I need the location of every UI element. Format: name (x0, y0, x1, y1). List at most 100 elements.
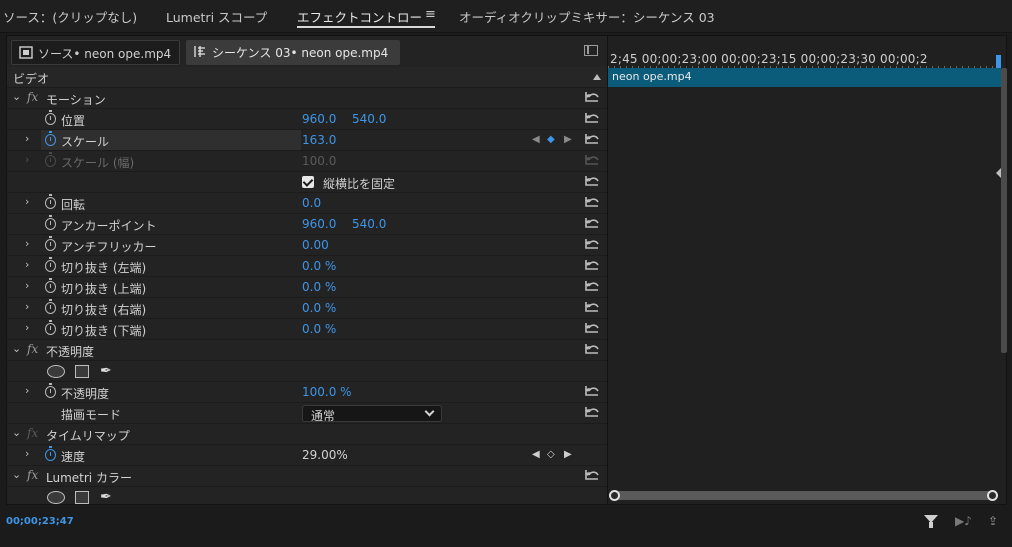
panel-menu-icon[interactable]: ≡ (425, 7, 436, 22)
tab-effect-controls[interactable]: エフェクトコントロー (297, 7, 422, 26)
chevron-right-icon[interactable]: › (25, 301, 35, 313)
crop-right-value[interactable]: 0.0 % (302, 301, 336, 315)
rectangle-mask-icon[interactable] (75, 491, 89, 504)
fx-icon[interactable]: fx (27, 342, 38, 356)
stopwatch-icon[interactable] (45, 278, 56, 293)
filter-icon[interactable] (924, 515, 938, 528)
reset-icon[interactable] (584, 259, 600, 273)
chevron-right-icon: › (25, 153, 30, 166)
playhead[interactable] (996, 55, 1001, 69)
reset-icon[interactable] (584, 301, 600, 315)
uniform-scale-checkbox[interactable] (302, 176, 314, 188)
pen-mask-icon[interactable]: ✒ (100, 363, 112, 379)
chevron-right-icon[interactable]: › (25, 259, 35, 271)
stopwatch-icon[interactable] (45, 110, 56, 125)
anti-flicker-value[interactable]: 0.00 (302, 238, 329, 252)
chevron-right-icon[interactable]: › (25, 196, 35, 208)
pen-mask-icon[interactable]: ✒ (100, 489, 112, 504)
chevron-right-icon[interactable]: › (25, 280, 35, 292)
stopwatch-icon[interactable] (45, 383, 56, 398)
zoom-handle-right[interactable] (987, 490, 998, 501)
effect-list: ビデオ ⌄ fx モーション 位置 960.0 540.0 › スケール 163… (7, 67, 607, 504)
position-y-value[interactable]: 540.0 (352, 112, 386, 126)
rotation-value[interactable]: 0.0 (302, 196, 321, 210)
stopwatch-icon[interactable] (45, 236, 56, 251)
reset-icon[interactable] (584, 280, 600, 294)
reset-icon[interactable] (584, 91, 600, 105)
chevron-down-icon[interactable]: ⌄ (12, 343, 22, 355)
chevron-right-icon[interactable]: › (25, 385, 35, 397)
stopwatch-icon[interactable] (45, 446, 56, 461)
effect-controls-panel: ソース• neon ope.mp4 シーケンス 03• neon ope.mp4… (6, 35, 1007, 505)
reset-icon[interactable] (584, 343, 600, 357)
chevron-down-icon[interactable]: ⌄ (12, 469, 22, 481)
crop-left-label: 切り抜き (左端) (61, 261, 147, 275)
vertical-scrollbar[interactable] (1001, 68, 1007, 353)
reset-icon[interactable] (584, 217, 600, 231)
reset-icon[interactable] (584, 238, 600, 252)
effect-row-lumetri[interactable]: ⌄ fx Lumetri カラー (7, 466, 607, 487)
effect-row-time-remap[interactable]: ⌄ fx タイムリマップ (7, 424, 607, 445)
crop-bottom-value[interactable]: 0.0 % (302, 322, 336, 336)
scale-value[interactable]: 163.0 (302, 133, 336, 147)
tab-lumetri-scopes[interactable]: Lumetri スコープ (166, 7, 267, 26)
reset-icon[interactable] (584, 196, 600, 210)
stopwatch-icon[interactable] (45, 320, 56, 335)
next-keyframe-icon[interactable]: ▶ (564, 449, 572, 460)
sequence-clip-tab[interactable]: シーケンス 03• neon ope.mp4 (186, 40, 400, 65)
reset-icon[interactable] (584, 385, 600, 399)
reset-icon[interactable] (584, 322, 600, 336)
clip-bar[interactable]: neon ope.mp4 (608, 68, 1001, 87)
anchor-x-value[interactable]: 960.0 (302, 217, 336, 231)
stopwatch-icon[interactable] (45, 194, 56, 209)
crop-top-value[interactable]: 0.0 % (302, 280, 336, 294)
prev-keyframe-icon[interactable]: ◀ (532, 449, 540, 460)
next-keyframe-icon[interactable]: ▶ (564, 134, 572, 145)
tab-source[interactable]: ソース：(クリップなし) (3, 7, 137, 26)
stopwatch-icon[interactable] (45, 215, 56, 230)
crop-left-value[interactable]: 0.0 % (302, 259, 336, 273)
anchor-y-value[interactable]: 540.0 (352, 217, 386, 231)
time-ruler[interactable]: 2;45 00;00;23;00 00;00;23;15 00;00;23;30… (610, 52, 928, 66)
panel-layout-icon[interactable] (584, 45, 598, 56)
scroll-up-arrow[interactable] (593, 74, 601, 80)
fx-icon[interactable]: fx (27, 468, 38, 482)
ellipse-mask-icon[interactable] (47, 365, 65, 378)
effect-row-opacity[interactable]: ⌄ fx 不透明度 (7, 340, 607, 361)
stopwatch-icon[interactable] (45, 299, 56, 314)
fx-icon[interactable]: fx (27, 90, 38, 104)
scale-label: スケール (61, 135, 110, 149)
reset-icon[interactable] (584, 469, 600, 483)
stopwatch-icon[interactable] (45, 257, 56, 272)
export-frame-icon[interactable]: ⇪ (988, 514, 998, 528)
chevron-right-icon[interactable]: › (25, 448, 35, 460)
rectangle-mask-icon[interactable] (75, 365, 89, 378)
add-keyframe-icon[interactable]: ◆ (547, 134, 555, 145)
zoom-handle-left[interactable] (609, 490, 620, 501)
stopwatch-icon[interactable] (45, 131, 56, 146)
chevron-right-icon[interactable]: › (25, 133, 35, 145)
chevron-down-icon[interactable]: ⌄ (12, 91, 22, 103)
zoom-scrollbar[interactable] (609, 490, 998, 501)
chevron-right-icon[interactable]: › (25, 238, 35, 250)
add-keyframe-icon[interactable]: ◇ (547, 449, 555, 460)
position-x-value[interactable]: 960.0 (302, 112, 336, 126)
prev-keyframe-icon[interactable]: ◀ (532, 134, 540, 145)
play-only-audio-icon[interactable]: ▶♪ (955, 514, 972, 528)
reset-icon[interactable] (584, 175, 600, 189)
reset-icon[interactable] (584, 112, 600, 126)
effect-row-motion[interactable]: ⌄ fx モーション (7, 88, 607, 109)
current-timecode[interactable]: 00;00;23;47 (6, 516, 74, 527)
ellipse-mask-icon[interactable] (47, 491, 65, 504)
param-row-crop-left: › 切り抜き (左端) 0.0 % (7, 256, 607, 277)
opacity-value[interactable]: 100.0 % (302, 385, 352, 399)
tab-audio-clip-mixer[interactable]: オーディオクリップミキサー：シーケンス 03 (459, 7, 715, 26)
blend-mode-select[interactable]: 通常 (302, 405, 442, 423)
chevron-down-icon[interactable]: ⌄ (12, 427, 22, 439)
chevron-right-icon[interactable]: › (25, 322, 35, 334)
reset-icon[interactable] (584, 133, 600, 147)
reset-icon[interactable] (584, 406, 600, 420)
source-clip-tab[interactable]: ソース• neon ope.mp4 (11, 40, 180, 65)
speed-value: 29.00% (302, 448, 348, 462)
mask-tools-row: ✒ (7, 487, 607, 504)
